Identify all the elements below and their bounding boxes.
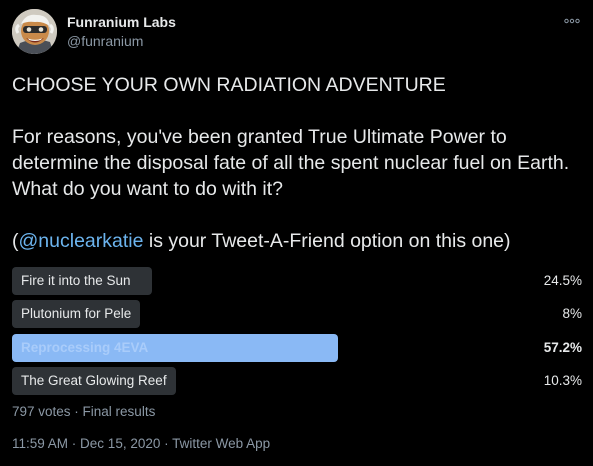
tweet-line-headline: CHOOSE YOUR OWN RADIATION ADVENTURE xyxy=(12,74,446,96)
tweet-time[interactable]: 11:59 AM xyxy=(12,436,68,451)
tweet-text: CHOOSE YOUR OWN RADIATION ADVENTURE For … xyxy=(12,72,584,254)
poll-option-label: Plutonium for Pele xyxy=(21,306,132,322)
poll-option: The Great Glowing Reef 10.3% xyxy=(12,366,584,395)
tweet-client[interactable]: Twitter Web App xyxy=(172,436,270,451)
tweet-timestamp: 11:59 AM · Dec 15, 2020 · Twitter Web Ap… xyxy=(12,435,270,453)
poll-option-percent: 8% xyxy=(562,306,582,322)
poll-option-percent: 57.2% xyxy=(543,339,582,355)
poll-option: Plutonium for Pele 8% xyxy=(12,300,584,329)
poll-option-label: Reprocessing 4EVA xyxy=(21,339,149,355)
poll-option: Fire it into the Sun 24.5% xyxy=(12,267,584,295)
more-icon xyxy=(564,18,580,24)
poll-status: Final results xyxy=(82,404,156,419)
mention-link[interactable]: @nuclearkatie xyxy=(19,230,144,252)
more-options-button[interactable] xyxy=(563,12,581,30)
poll-separator: · xyxy=(70,404,83,419)
timestamp-separator: · xyxy=(160,436,173,451)
poll-option-label: Fire it into the Sun xyxy=(21,273,131,288)
tweet-card: Funranium Labs @funranium CHOOSE YOUR OW… xyxy=(0,0,593,466)
poll-option-percent: 24.5% xyxy=(543,273,582,288)
poll-option-label: The Great Glowing Reef xyxy=(21,372,167,388)
avatar[interactable] xyxy=(12,9,57,54)
poll-votes: 797 votes xyxy=(12,404,71,419)
tweet-date[interactable]: Dec 15, 2020 xyxy=(80,436,160,451)
author-handle[interactable]: @funranium xyxy=(67,32,176,50)
avatar-icon xyxy=(12,9,57,54)
tweet-line-body: For reasons, you've been granted True Ul… xyxy=(12,126,570,200)
tweet-line-mention: (@nuclearkatie is your Tweet-A-Friend op… xyxy=(12,228,584,254)
poll: Fire it into the Sun 24.5% Plutonium for… xyxy=(12,267,584,400)
timestamp-separator: · xyxy=(68,436,81,451)
author-block[interactable]: Funranium Labs @funranium xyxy=(67,14,176,50)
mention-suffix: is your Tweet-A-Friend option on this on… xyxy=(143,230,511,252)
poll-option-percent: 10.3% xyxy=(543,372,582,388)
poll-summary: 797 votes · Final results xyxy=(12,403,155,421)
author-display-name[interactable]: Funranium Labs xyxy=(67,14,176,31)
poll-option-leader: Reprocessing 4EVA 57.2% xyxy=(12,333,584,362)
